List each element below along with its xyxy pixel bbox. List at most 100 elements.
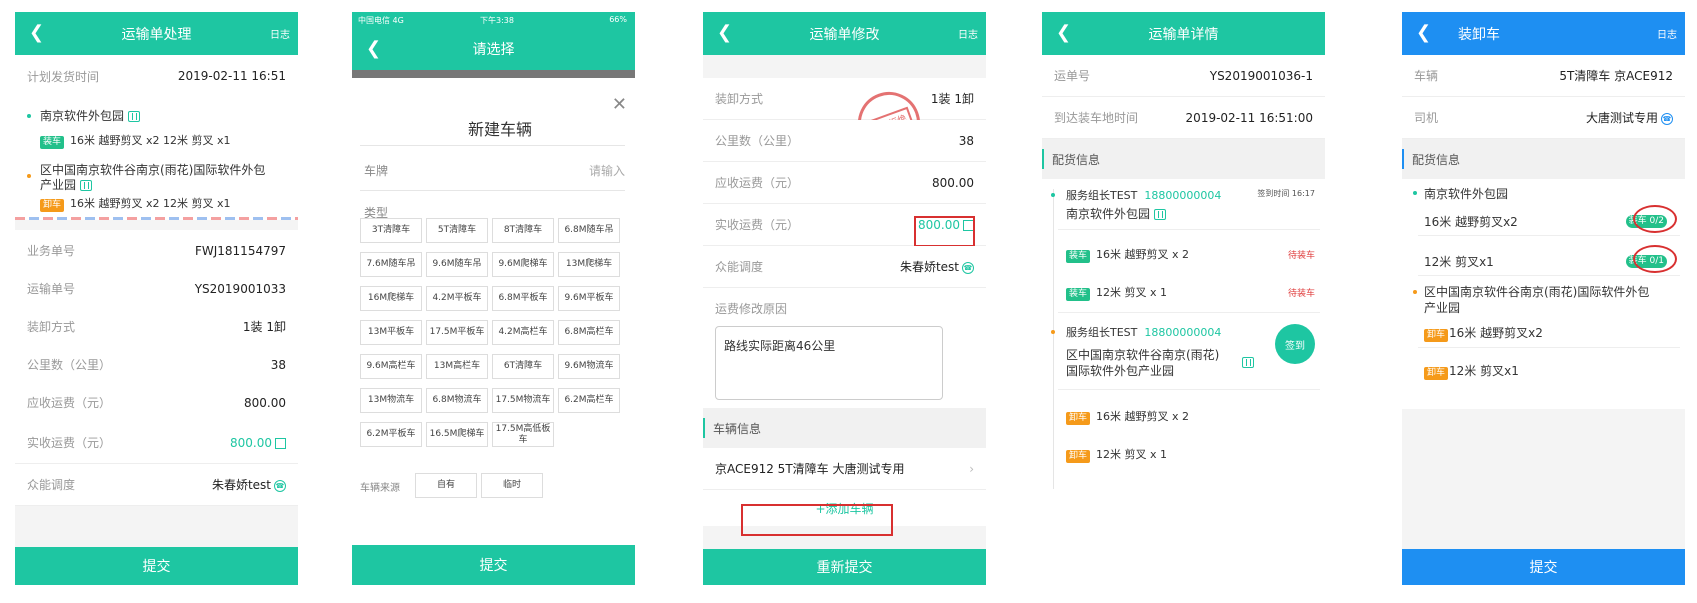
- vehicle-type-option[interactable]: 5T清障车: [426, 218, 488, 243]
- label: 计划发货时间: [27, 69, 100, 84]
- back-icon[interactable]: ❮: [717, 23, 732, 43]
- back-icon[interactable]: ❮: [29, 23, 44, 43]
- vehicle-type-option[interactable]: 9.6M物流车: [558, 354, 620, 379]
- submit-button[interactable]: 提交: [15, 547, 298, 585]
- plate-label: 车牌: [364, 164, 389, 178]
- info-row: 业务单号 FWJ181154797: [15, 230, 298, 272]
- vehicle-type-option[interactable]: 16.5M爬梯车: [426, 422, 488, 447]
- sign-in-button[interactable]: 签到: [1275, 324, 1315, 364]
- back-icon[interactable]: ❮: [366, 39, 381, 59]
- distribution-section: 配货信息: [1042, 139, 1325, 179]
- log-link[interactable]: 日志: [270, 26, 290, 41]
- stop2-item1: 卸车 16米 越野剪叉 x 2: [1066, 408, 1189, 425]
- clock: 下午3:38: [480, 16, 514, 25]
- order-row: 运单号 YS2019001036-1: [1042, 55, 1325, 97]
- route-card: 南京软件外包园 装车 16米 越野剪叉 x2 12米 剪叉 x1 区中国南京软件谷…: [15, 97, 298, 217]
- vehicle-type-option[interactable]: 6.2M平板车: [360, 422, 422, 447]
- map-icon[interactable]: [1154, 209, 1167, 220]
- highlight-circle: [1633, 245, 1677, 273]
- vehicle-type-option[interactable]: 7.6M随车吊: [360, 252, 422, 277]
- label: 众能调度: [27, 478, 76, 492]
- source-temp-option[interactable]: 临时: [481, 473, 543, 498]
- stop2-loc1: 区中国南京软件谷南京(雨花): [1066, 348, 1220, 362]
- page-title: 运输单处理: [121, 26, 192, 43]
- phone-transport-detail: ❮ 运输单详情 运单号 YS2019001036-1 到达装车地时间 2019-02…: [1042, 12, 1325, 585]
- value: 1装 1卸: [242, 320, 286, 334]
- plate-input[interactable]: 请输入: [589, 162, 625, 179]
- vehicle-section: 车辆信息: [703, 408, 986, 448]
- vehicle-type-option[interactable]: 6.8M随车吊: [558, 218, 620, 243]
- carrier: 中国电信 4G: [358, 16, 404, 25]
- vehicle-type-option[interactable]: 9.6M爬梯车: [492, 252, 554, 277]
- map-icon[interactable]: [128, 111, 141, 122]
- vehicle-type-option[interactable]: 6.8M高栏车: [558, 320, 620, 345]
- vehicle-type-option[interactable]: 8T清障车: [492, 218, 554, 243]
- vehicle-row[interactable]: 京ACE912 5T清障车 大唐测试专用 ›: [703, 448, 986, 490]
- vehicle-type-option[interactable]: 6.2M高栏车: [558, 388, 620, 413]
- modal-title: 新建车辆: [468, 120, 533, 139]
- vehicle-type-option[interactable]: 16M爬梯车: [360, 286, 422, 311]
- stops-card: 南京软件外包园 16米 越野剪叉x2 装车 0/2 12米 剪叉x1 装车 0/…: [1402, 179, 1685, 409]
- back-icon[interactable]: ❮: [1416, 23, 1431, 43]
- battery: 66%: [609, 15, 627, 24]
- vehicle-type-option[interactable]: 17.5M高低板车: [492, 422, 554, 447]
- item3: 卸车 16米 越野剪叉x2: [1424, 324, 1543, 342]
- submit-button[interactable]: 提交: [1402, 549, 1685, 585]
- vehicle-type-option[interactable]: 6T清障车: [492, 354, 554, 379]
- actual-fee-row[interactable]: 实收运费（元） 800.00: [15, 422, 298, 464]
- info-row: 应收运费（元） 800.00: [15, 382, 298, 424]
- phone-icon[interactable]: ☎: [274, 479, 286, 492]
- sign-time: 签到时间 16:17: [1257, 189, 1315, 198]
- source-own-option[interactable]: 自有: [415, 473, 477, 498]
- vehicle-type-option[interactable]: 13M平板车: [360, 320, 422, 345]
- phone-icon[interactable]: ☎: [962, 261, 974, 274]
- dispatcher-row: 众能调度 朱春娇test ☎: [15, 464, 298, 506]
- reason-textarea[interactable]: 路线实际距离46公里: [715, 326, 943, 400]
- edit-icon[interactable]: [275, 437, 286, 449]
- header: ❮ 装卸车 日志: [1402, 12, 1685, 55]
- page-title: 运输单详情: [1148, 26, 1219, 43]
- resubmit-button[interactable]: 重新提交: [703, 549, 986, 585]
- vehicle-type-option[interactable]: 17.5M平板车: [426, 320, 488, 345]
- vehicle-type-option[interactable]: 13M爬梯车: [558, 252, 620, 277]
- driver-row: 司机 大唐测试专用 ☎: [1402, 97, 1685, 139]
- vehicle-type-option[interactable]: 3T清障车: [360, 218, 422, 243]
- submit-button[interactable]: 提交: [352, 545, 635, 585]
- loc2-line1: 区中国南京软件谷南京(雨花)国际软件外包: [1424, 285, 1650, 299]
- vehicle-type-option[interactable]: 6.8M物流车: [426, 388, 488, 413]
- phone-icon[interactable]: ☎: [1661, 112, 1673, 125]
- phone-transport-edit: ❮ 运输单修改 日志 运输单号YS2019001036 装卸方式1装 1卸 审批…: [703, 12, 986, 585]
- label: 实收运费（元）: [27, 436, 112, 450]
- vehicle-type-option[interactable]: 9.6M随车吊: [426, 252, 488, 277]
- loc1: 南京软件外包园: [1424, 187, 1509, 201]
- header: ❮ 运输单处理 日志: [15, 12, 298, 55]
- close-icon[interactable]: ✕: [612, 94, 627, 115]
- vehicle-type-option[interactable]: 13M物流车: [360, 388, 422, 413]
- back-icon[interactable]: ❮: [1056, 23, 1071, 43]
- vehicle-type-option[interactable]: 9.6M平板车: [558, 286, 620, 311]
- arrival-row: 到达装车地时间 2019-02-11 16:51:00: [1042, 97, 1325, 139]
- vehicle-type-option[interactable]: 4.2M高栏车: [492, 320, 554, 345]
- loc2-line2: 产业园: [1424, 301, 1461, 315]
- header: ❮ 运输单详情: [1042, 12, 1325, 55]
- vehicle-type-option[interactable]: 17.5M物流车: [492, 388, 554, 413]
- log-link[interactable]: 日志: [958, 26, 978, 41]
- vehicle-type-option[interactable]: 9.6M高栏车: [360, 354, 422, 379]
- info-row: 装卸方式 1装 1卸: [15, 306, 298, 348]
- status-bar: 中国电信 4G 下午3:38 66%: [352, 12, 635, 28]
- start-dot: [27, 114, 31, 118]
- unload-tag: 卸车: [40, 199, 65, 212]
- stop2-item2: 卸车 12米 剪叉 x 1: [1066, 446, 1167, 463]
- map-icon[interactable]: [1242, 357, 1254, 368]
- recv-row: 应收运费（元） 800.00: [703, 162, 986, 204]
- km-row: 公里数（公里） 38: [703, 120, 986, 162]
- overlay-strip: [352, 70, 635, 78]
- vehicle-type-option[interactable]: 4.2M平板车: [426, 286, 488, 311]
- vehicle-type-option[interactable]: 6.8M平板车: [492, 286, 554, 311]
- stop1-contact: 服务组长TEST 18800000004: [1066, 189, 1222, 202]
- value: 38: [270, 357, 286, 372]
- map-icon[interactable]: [80, 180, 93, 191]
- log-link[interactable]: 日志: [1657, 26, 1677, 41]
- highlight-box: [741, 504, 893, 536]
- vehicle-type-option[interactable]: 13M高栏车: [426, 354, 488, 379]
